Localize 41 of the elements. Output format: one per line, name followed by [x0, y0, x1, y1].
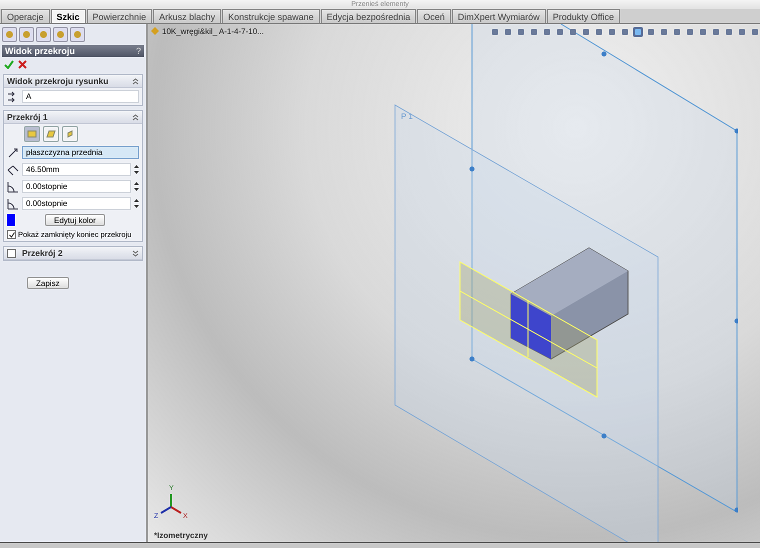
angle-x-icon — [7, 180, 19, 192]
ribbon-tab[interactable]: Szkic — [50, 9, 86, 23]
ribbon-tab[interactable]: Konstrukcje spawane — [222, 9, 320, 23]
ribbon-tab[interactable]: DimXpert Wymiarów — [452, 9, 546, 23]
plane-mode-button[interactable] — [43, 126, 59, 142]
angle-x-field[interactable]: 0.00stopnie — [22, 180, 131, 193]
angle-y-icon — [7, 198, 19, 210]
help-button[interactable]: ? — [136, 46, 141, 56]
distance-icon — [7, 164, 19, 176]
ribbon-tab[interactable]: Edycja bezpośrednia — [320, 9, 416, 23]
checkmark-icon[interactable] — [4, 60, 14, 69]
group-title: Przekrój 1 — [7, 112, 48, 122]
save-button[interactable]: Zapisz — [27, 277, 69, 289]
plane-mode-button[interactable] — [24, 126, 40, 142]
plane-mode-button[interactable] — [62, 126, 78, 142]
checkbox[interactable] — [7, 230, 16, 239]
ribbon-tab[interactable]: Powierzchnie — [86, 9, 152, 23]
plane-label: P 1 — [401, 112, 413, 121]
checkbox[interactable] — [7, 248, 16, 258]
plane-arrow-icon — [7, 146, 19, 158]
edit-color-button[interactable]: Edytuj kolor — [45, 214, 105, 226]
ribbon-tab[interactable]: Produkty Office — [546, 9, 620, 23]
collapse-icon[interactable] — [132, 114, 139, 120]
ribbon-tab[interactable]: Oceń — [417, 9, 451, 23]
offset-field[interactable]: 46.50mm — [22, 163, 131, 176]
spinner-icon[interactable] — [134, 164, 139, 175]
section-name-field[interactable]: A — [22, 90, 139, 103]
collapse-icon[interactable] — [132, 78, 139, 84]
view-orientation-label: *Izometryczny — [154, 531, 208, 540]
group-title: Widok przekroju rysunku — [7, 76, 108, 86]
ribbon-tab[interactable]: Arkusz blachy — [153, 9, 222, 23]
spinner-icon[interactable] — [134, 181, 139, 192]
close-icon[interactable] — [18, 60, 27, 69]
tree-item[interactable]: 10K_wręgi&kil_ A-1-4-7-10... — [162, 26, 264, 36]
group-title: Przekrój 2 — [22, 248, 63, 258]
angle-y-field[interactable]: 0.00stopnie — [22, 197, 131, 210]
expand-icon[interactable] — [132, 250, 139, 256]
panel-title: Widok przekroju — [5, 46, 75, 56]
ribbon-tab[interactable]: Operacje — [1, 9, 50, 23]
plane-field[interactable]: płaszczyzna przednia — [22, 146, 139, 159]
spinner-icon[interactable] — [134, 198, 139, 209]
